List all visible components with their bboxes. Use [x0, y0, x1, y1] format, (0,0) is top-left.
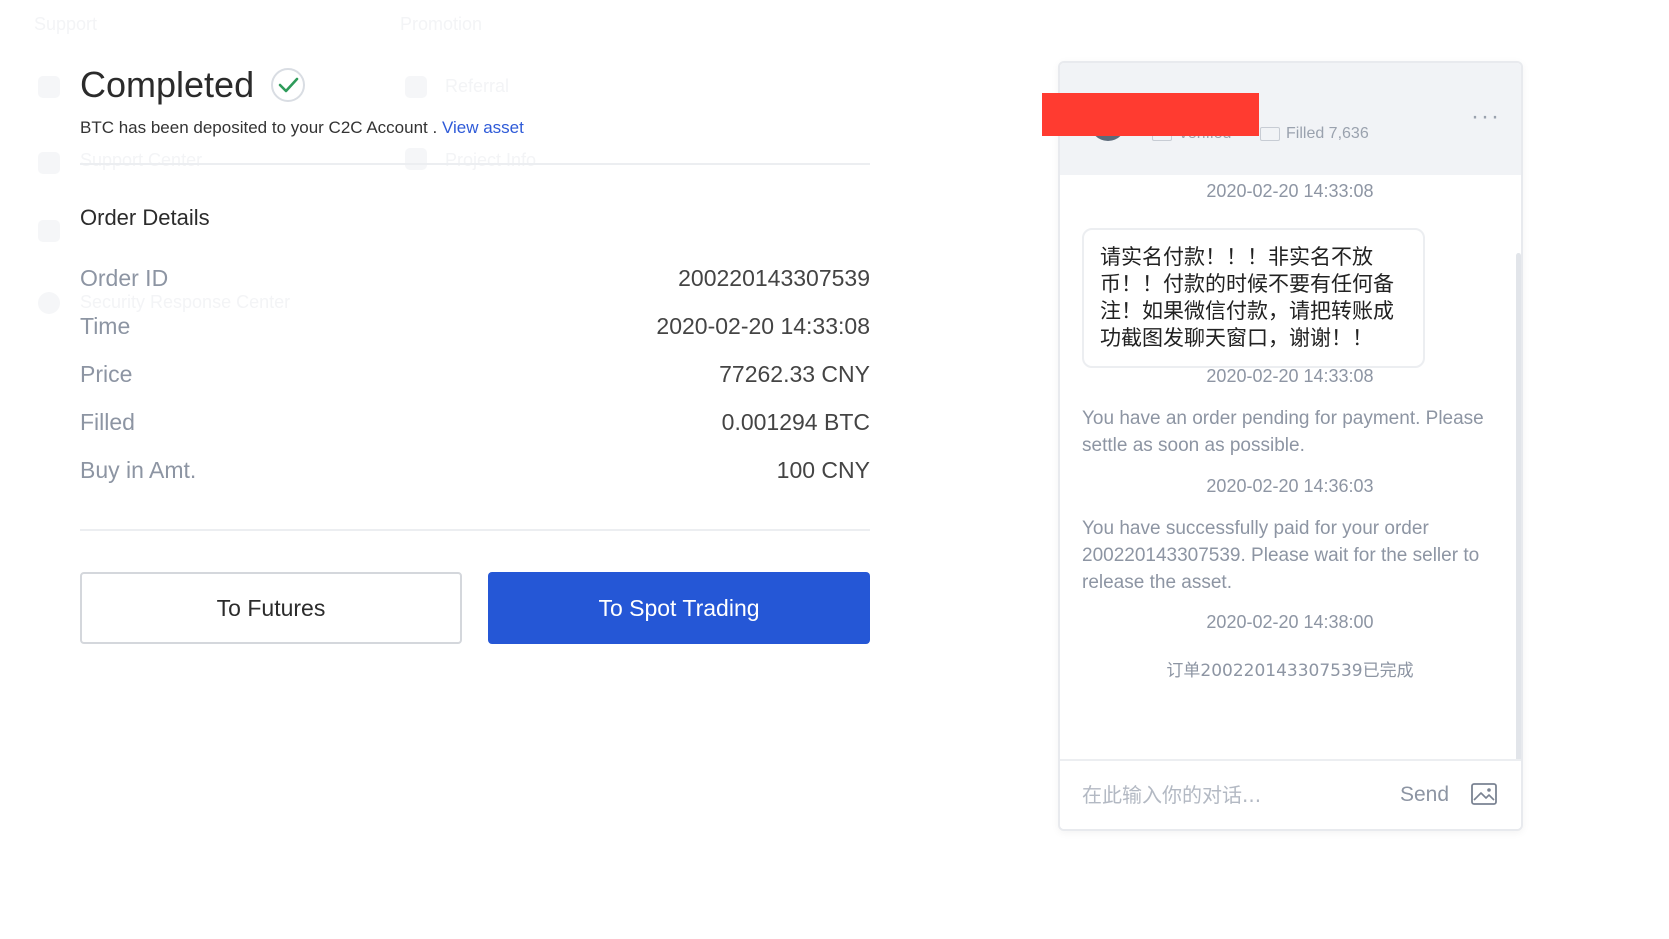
- more-options-icon[interactable]: ···: [1471, 103, 1501, 131]
- check-circle-icon: [271, 68, 306, 102]
- mail-icon: [38, 152, 60, 174]
- chat-panel: Verified Filled 7,636 ··· 2020-02-20 14:…: [1058, 61, 1523, 831]
- chat-message-input[interactable]: [1082, 783, 1382, 807]
- detail-value: 200220143307539: [678, 264, 870, 291]
- message-timestamp: 2020-02-20 14:33:08: [1206, 366, 1374, 386]
- divider-top: [80, 163, 870, 165]
- divider-bottom: [80, 529, 870, 531]
- message-timestamp: 2020-02-20 14:36:03: [1206, 476, 1374, 496]
- info-icon: [405, 148, 427, 170]
- send-button[interactable]: Send: [1400, 783, 1449, 807]
- redaction-block: [1042, 93, 1259, 136]
- system-message: You have an order pending for payment. P…: [1082, 408, 1484, 456]
- to-futures-button[interactable]: To Futures: [80, 572, 462, 644]
- status-header: Completed: [80, 60, 870, 110]
- envelope-icon: [38, 220, 60, 242]
- footer-heading-support: Support: [34, 14, 98, 34]
- detail-value: 0.001294 BTC: [721, 408, 870, 435]
- deposit-message-text: BTC has been deposited to your C2C Accou…: [80, 118, 438, 137]
- shield-icon: [38, 292, 60, 314]
- detail-label: Filled: [80, 408, 135, 435]
- order-result-panel: Completed BTC has been deposited to your…: [80, 60, 870, 644]
- order-complete-message: 订单200220143307539已完成: [1166, 661, 1414, 681]
- footer-link-support-center[interactable]: Support Center: [80, 150, 202, 171]
- detail-row-order-id: Order ID 200220143307539: [80, 258, 870, 298]
- detail-row-price: Price 77262.33 CNY: [80, 354, 870, 394]
- user-icon: [38, 76, 60, 98]
- order-details-title: Order Details: [80, 205, 210, 230]
- detail-label: Price: [80, 360, 133, 387]
- message-timestamp: 2020-02-20 14:38:00: [1206, 612, 1374, 632]
- system-message: You have successfully paid for your orde…: [1082, 518, 1480, 593]
- message-timestamp: 2020-02-20 14:33:08: [1206, 181, 1374, 201]
- id-card-icon: [1260, 127, 1280, 141]
- detail-row-time: Time 2020-02-20 14:33:08: [80, 306, 870, 346]
- status-title: Completed: [80, 64, 255, 105]
- detail-label: Time: [80, 312, 131, 339]
- detail-row-filled: Filled 0.001294 BTC: [80, 402, 870, 442]
- deposit-message: BTC has been deposited to your C2C Accou…: [80, 118, 870, 138]
- seller-message-bubble: 请实名付款！！！非实名不放币！！付款的时候不要有任何备注！如果微信付款，请把转账…: [1082, 228, 1425, 368]
- detail-value: 100 CNY: [776, 456, 870, 483]
- detail-label: Order ID: [80, 264, 169, 291]
- detail-label: Buy in Amt.: [80, 456, 197, 483]
- detail-value: 2020-02-20 14:33:08: [656, 312, 870, 339]
- filled-count-label: Filled 7,636: [1286, 125, 1369, 142]
- image-upload-icon[interactable]: [1471, 783, 1497, 805]
- footer-heading-promotion: Promotion: [400, 14, 483, 34]
- detail-value: 77262.33 CNY: [719, 360, 870, 387]
- to-spot-trading-button[interactable]: To Spot Trading: [488, 572, 870, 644]
- footer-link-project-info[interactable]: Project Info: [445, 150, 536, 171]
- detail-row-buy-amount: Buy in Amt. 100 CNY: [80, 450, 870, 490]
- filled-count: Filled 7,636: [1260, 125, 1369, 143]
- chat-input-bar: Send: [1060, 759, 1521, 829]
- scrollbar-thumb[interactable]: [1516, 253, 1521, 763]
- view-asset-link[interactable]: View asset: [442, 118, 524, 137]
